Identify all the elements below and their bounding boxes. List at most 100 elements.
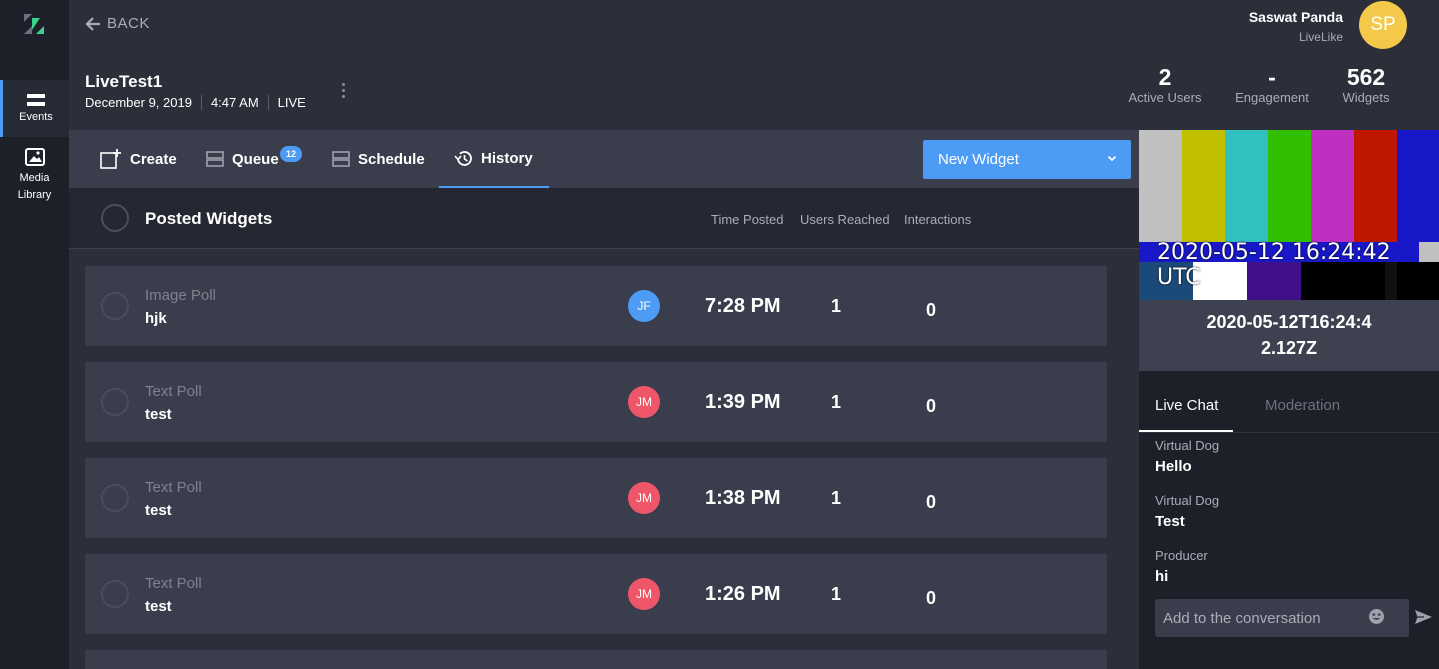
- tab-moderation[interactable]: Moderation: [1265, 397, 1340, 414]
- stat-engagement: - Engagement: [1232, 64, 1312, 105]
- widget-type: Text Poll: [145, 383, 202, 400]
- stat-value: -: [1268, 64, 1276, 90]
- new-widget-dropdown[interactable]: New Widget: [923, 140, 1131, 179]
- left-rail: Events Media Library: [0, 0, 69, 669]
- event-time: 4:47 AM: [200, 95, 268, 110]
- users-reached: 1: [831, 584, 842, 604]
- rail-item-label: Media Library: [17, 172, 52, 201]
- row-checkbox[interactable]: [101, 484, 129, 512]
- row-checkbox[interactable]: [101, 388, 129, 416]
- time-posted: 1:39 PM: [705, 391, 781, 413]
- more-options-icon[interactable]: [341, 83, 347, 101]
- arrow-left-icon: [85, 16, 100, 31]
- users-reached: 1: [831, 488, 842, 508]
- video-timestamp: 2020-05-12T16:24:42.127Z: [1139, 300, 1439, 371]
- back-label: BACK: [107, 15, 150, 32]
- stat-label: Widgets: [1342, 90, 1390, 105]
- interactions: 0: [926, 396, 937, 416]
- tab-live-chat[interactable]: Live Chat: [1155, 397, 1218, 414]
- tab-schedule[interactable]: Schedule: [332, 130, 425, 188]
- widget-name: test: [145, 598, 172, 615]
- schedule-icon: [332, 151, 350, 167]
- message-text: hi: [1155, 568, 1169, 585]
- select-all-checkbox[interactable]: [101, 204, 129, 232]
- widget-row[interactable]: Text Poll test JM 1:26 PM 1 0: [85, 554, 1107, 634]
- author-avatar: JM: [628, 386, 660, 418]
- stat-value: 562: [1346, 64, 1386, 90]
- author-avatar: JF: [628, 290, 660, 322]
- message-text: Hello: [1155, 458, 1192, 475]
- color-bar: [1311, 130, 1354, 242]
- rail-item-events[interactable]: Events: [0, 80, 69, 137]
- new-widget-label: New Widget: [938, 151, 1019, 168]
- history-icon: [454, 150, 472, 166]
- tab-label: History: [481, 149, 533, 167]
- emoji-icon[interactable]: [1368, 608, 1385, 625]
- widget-toolbar: Create Queue 12 Schedule History New Wid…: [69, 130, 1139, 188]
- message-text: Test: [1155, 513, 1185, 530]
- rail-item-label: Events: [19, 111, 53, 123]
- row-checkbox[interactable]: [101, 292, 129, 320]
- posted-widgets-header: Posted Widgets Time Posted Users Reached…: [69, 188, 1139, 249]
- tab-history[interactable]: History: [439, 130, 549, 188]
- widget-type: Image Poll: [145, 287, 216, 304]
- event-date: December 9, 2019: [85, 95, 192, 110]
- events-icon: [27, 94, 45, 106]
- color-bar: [1354, 130, 1397, 242]
- widget-row[interactable]: Text Poll test JM 1:38 PM 1 0: [85, 458, 1107, 538]
- chevron-down-icon: [1107, 155, 1117, 162]
- color-bar: [1139, 130, 1182, 242]
- column-header-time-posted[interactable]: Time Posted: [711, 212, 784, 227]
- video-preview[interactable]: 2020-05-12 16:24:42 UTC: [1139, 130, 1439, 300]
- column-header-users-reached[interactable]: Users Reached: [800, 212, 890, 227]
- stat-label: Engagement: [1235, 90, 1309, 105]
- livelike-logo[interactable]: [22, 12, 46, 36]
- interactions: 0: [926, 300, 937, 320]
- event-meta: December 9, 2019 4:47 AM LIVE: [85, 95, 315, 110]
- time-posted: 1:38 PM: [705, 487, 781, 509]
- widget-row[interactable]: [85, 650, 1107, 669]
- chat-input-placeholder: Add to the conversation: [1163, 609, 1321, 627]
- widget-name: hjk: [145, 310, 167, 327]
- widget-name: test: [145, 406, 172, 423]
- queue-icon: [206, 151, 224, 167]
- color-bar: [1268, 130, 1311, 242]
- tab-label: Queue: [232, 150, 279, 168]
- chat-panel: Live Chat Moderation Virtual Dog Hello V…: [1139, 371, 1439, 669]
- message-author: Virtual Dog: [1155, 493, 1220, 508]
- time-posted: 7:28 PM: [705, 295, 781, 317]
- row-checkbox[interactable]: [101, 580, 129, 608]
- author-avatar: JM: [628, 482, 660, 514]
- column-header-interactions[interactable]: Interactions: [904, 212, 971, 227]
- tab-queue[interactable]: Queue: [206, 130, 279, 188]
- widget-type: Text Poll: [145, 575, 202, 592]
- list-title: Posted Widgets: [145, 209, 273, 228]
- tab-create[interactable]: Create: [100, 130, 177, 188]
- interactions: 0: [926, 492, 937, 512]
- back-button[interactable]: BACK: [85, 15, 150, 32]
- widget-type: Text Poll: [145, 479, 202, 496]
- author-avatar: JM: [628, 578, 660, 610]
- send-icon[interactable]: [1414, 609, 1433, 625]
- stat-widgets: 562 Widgets: [1340, 64, 1392, 105]
- widget-row[interactable]: Text Poll test JM 1:39 PM 1 0: [85, 362, 1107, 442]
- queue-count-badge: 12: [280, 146, 302, 162]
- color-bar: [1397, 130, 1439, 242]
- event-title: LiveTest1: [85, 72, 163, 91]
- divider: [1139, 432, 1439, 433]
- user-name: Saswat Panda: [1248, 9, 1343, 25]
- tab-label: Schedule: [358, 150, 425, 168]
- color-bar: [1225, 130, 1268, 242]
- color-bar: [1182, 130, 1225, 242]
- rail-item-media-library[interactable]: Media Library: [0, 148, 69, 204]
- widget-name: test: [145, 502, 172, 519]
- video-timestamp-overlay: 2020-05-12 16:24:42 UTC: [1157, 240, 1391, 290]
- users-reached: 1: [831, 392, 842, 412]
- event-status: LIVE: [267, 95, 315, 110]
- tab-label: Create: [130, 150, 177, 168]
- user-avatar[interactable]: SP: [1359, 1, 1407, 49]
- widget-row[interactable]: Image Poll hjk JF 7:28 PM 1 0: [85, 266, 1107, 346]
- stat-value: 2: [1158, 64, 1172, 90]
- user-org: LiveLike: [1298, 30, 1343, 44]
- users-reached: 1: [831, 296, 842, 316]
